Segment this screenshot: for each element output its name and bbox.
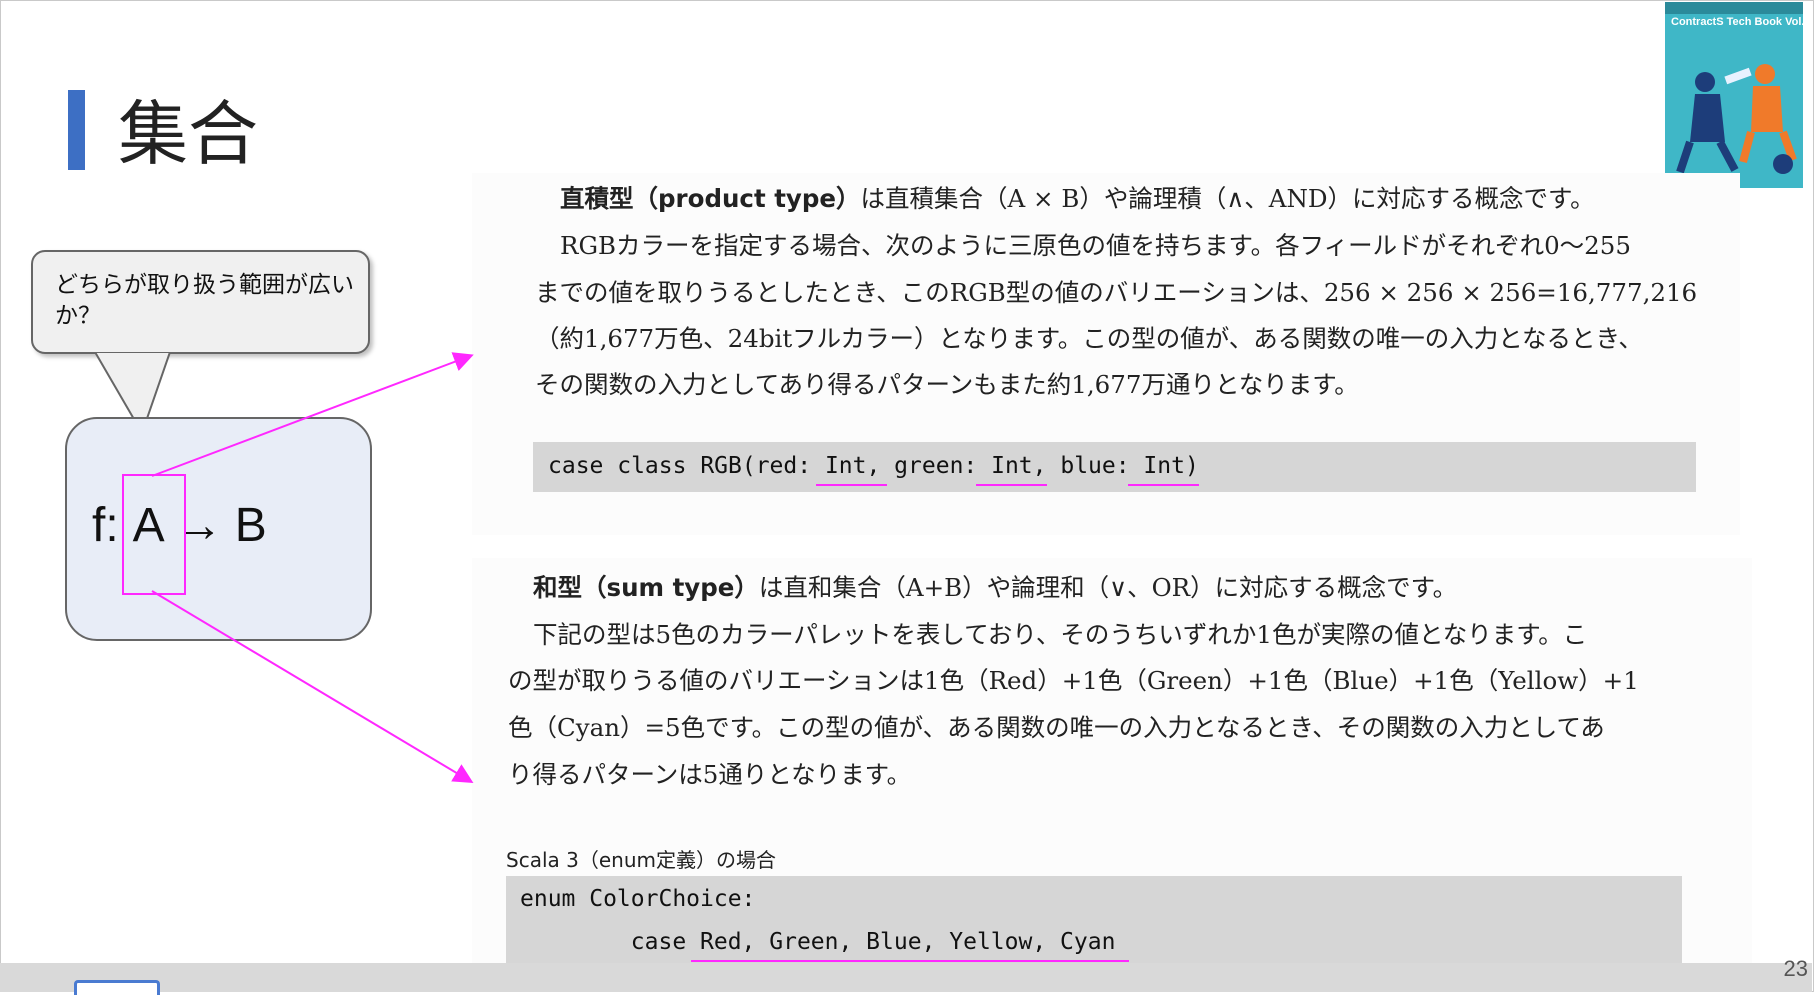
title-accent-bar [68,90,85,170]
callout-text: どちらが取り扱う範囲が広いか？ [55,272,354,329]
sum-term: 和型（sum type） [533,573,759,602]
sum-line-1-rest: は直和集合（A+B）や論理和（∨、OR）に対応する概念です。 [758,573,1458,602]
product-line-1-rest: は直積集合（A × B）や論理積（∧、AND）に対応する概念です。 [860,184,1595,213]
func-codomain: B [234,499,267,552]
product-term: 直積型（product type） [560,184,861,213]
sum-line-3: の型が取りうる値のバリエーションは1色（Red）+1色（Green）+1色（Bl… [508,666,1639,695]
sum-line-1: 和型（sum type）は直和集合（A+B）や論理和（∨、OR）に対応する概念で… [533,569,1457,604]
underline-green-int [976,484,1047,486]
slide-title: 集合 [118,93,258,175]
product-line-2: RGBカラーを指定する場合、次のように三原色の値を持ちます。各フィールドがそれぞ… [560,231,1631,260]
question-callout: どちらが取り扱う範囲が広いか？ [31,250,370,354]
product-line-3: までの値を取りうるとしたとき、このRGB型の値のバリエーションは、256 × 2… [535,278,1698,307]
book-cover-illustration [1665,2,1803,174]
sum-line-4: 色（Cyan）=5色です。この型の値が、ある関数の唯一の入力となるとき、その関数… [508,713,1605,742]
bottom-toolbar [0,963,1812,992]
product-line-1: 直積型（product type）は直積集合（A × B）や論理積（∧、AND）… [560,180,1595,215]
sum-line-2: 下記の型は5色のカラーパレットを表しており、そのうちいずれか1色が実際の値となり… [533,620,1588,649]
product-code: case class RGB(red: Int, green: Int, blu… [548,453,1199,479]
product-line-5: その関数の入力としてあり得るパターンもまた約1,677万通りとなります。 [535,370,1359,399]
underline-blue-int [1128,484,1199,486]
underline-enum-cases [691,960,1129,962]
product-line-4: （約1,677万色、24bitフルカラー）となります。この型の値が、ある関数の唯… [535,324,1643,353]
book-cover-image: ContractS Tech Book Vol.1 [1665,2,1803,188]
bottom-tab-button[interactable] [74,980,160,995]
domain-highlight-box [122,474,186,595]
sum-code-line-1: enum ColorChoice: [520,886,756,912]
underline-red-int [816,484,887,486]
sum-line-5: り得るパターンは5通りとなります。 [508,760,912,789]
scala3-caption: Scala 3（enum定義）の場合 [506,848,776,872]
sum-code-line-2: case Red, Green, Blue, Yellow, Cyan [520,929,1116,955]
page-number: 23 [1783,956,1808,981]
func-prefix: f: [92,499,119,552]
